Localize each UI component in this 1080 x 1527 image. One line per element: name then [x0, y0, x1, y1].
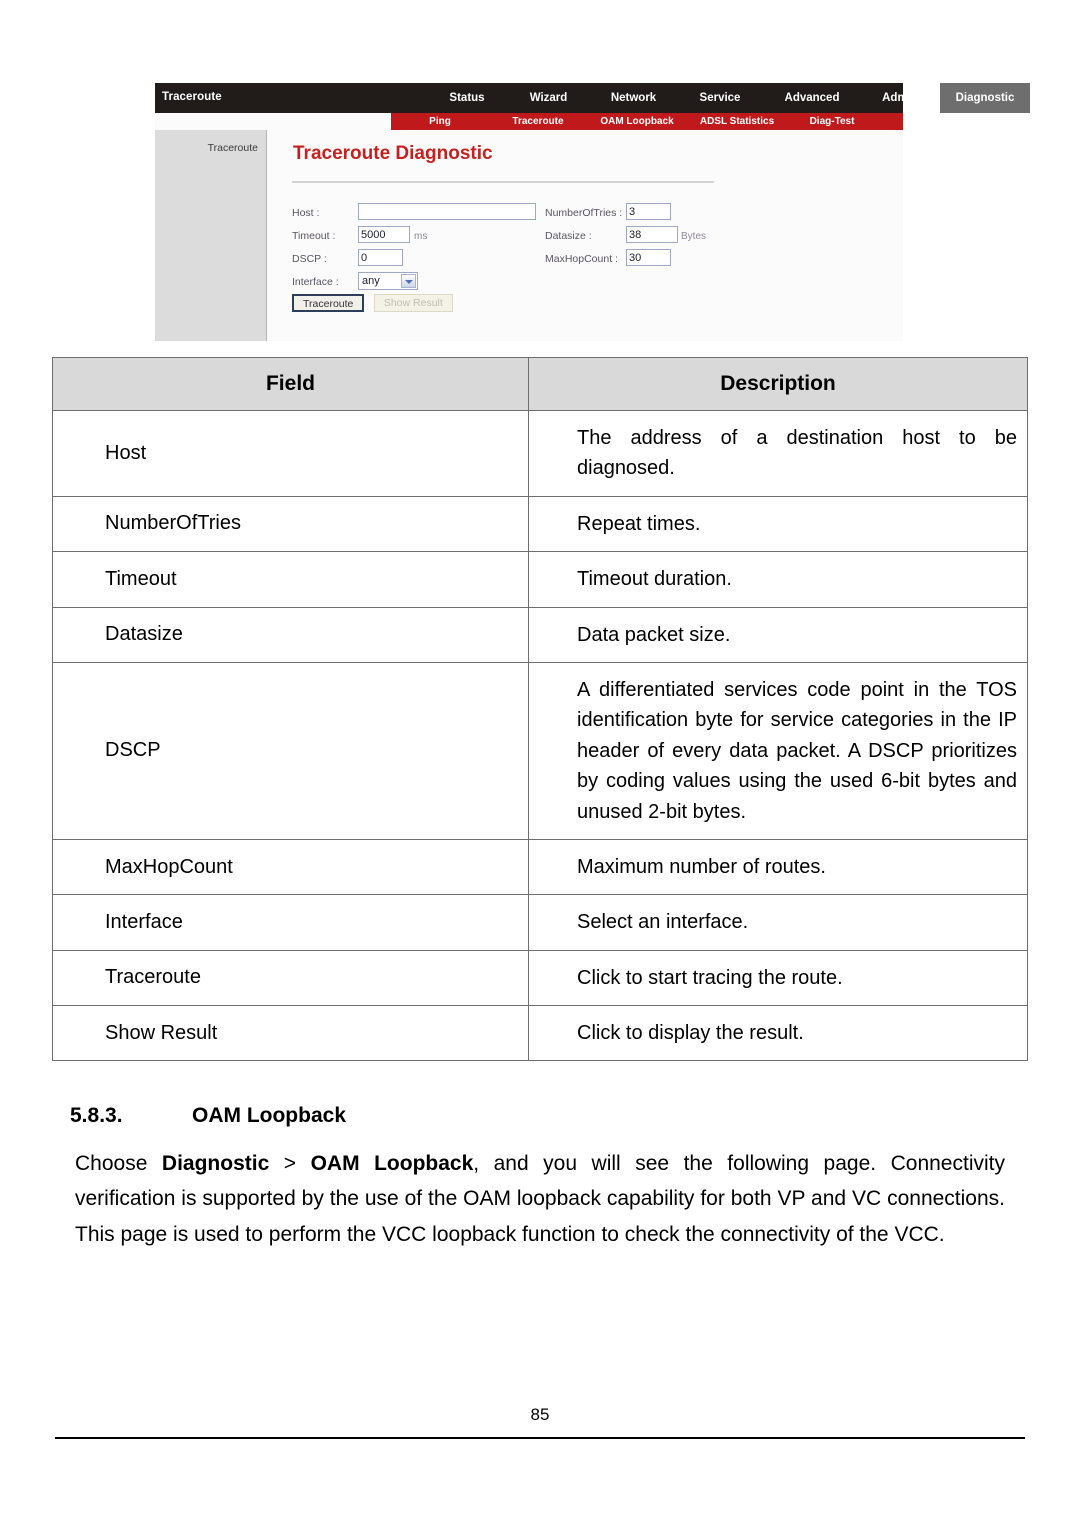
timeout-unit-label: ms	[414, 231, 428, 242]
table-row: DSCP A differentiated services code poin…	[52, 661, 1028, 840]
paragraph-text-2: >	[269, 1152, 311, 1175]
dscp-input[interactable]	[358, 249, 403, 266]
table-cell-description: Timeout duration.	[528, 551, 1028, 608]
form-buttons: Traceroute Show Result	[292, 294, 453, 312]
timeout-input[interactable]	[358, 226, 410, 243]
table-cell-description: The address of a destination host to be …	[528, 410, 1028, 497]
interface-select[interactable]: any	[358, 272, 418, 290]
dscp-label: DSCP :	[292, 253, 327, 265]
interface-select-value: any	[362, 275, 380, 287]
table-header-row: Field Description	[52, 357, 1028, 411]
subnav-item-ping[interactable]: Ping	[391, 116, 489, 127]
table-header-field: Field	[52, 357, 529, 411]
field-description-table: Field Description Host The address of a …	[52, 357, 1028, 1062]
host-input[interactable]	[358, 203, 536, 220]
numberoftries-input[interactable]	[626, 203, 671, 220]
subnav-item-oam-loopback[interactable]: OAM Loopback	[587, 116, 687, 127]
table-cell-field: Traceroute	[52, 949, 529, 1007]
main-content-panel: Traceroute Diagnostic Host : NumberOfTri…	[268, 130, 903, 341]
section-number: 5.8.3.	[70, 1104, 123, 1127]
tab-diagnostic[interactable]: Diagnostic	[940, 83, 1030, 113]
tab-status[interactable]: Status	[428, 83, 506, 113]
numberoftries-label: NumberOfTries :	[545, 207, 623, 219]
table-header-description: Description	[528, 357, 1028, 411]
paragraph-bold-diagnostic: Diagnostic	[161, 1152, 270, 1175]
table-row: Show Result Click to display the result.	[52, 1005, 1028, 1062]
chevron-down-icon[interactable]	[401, 274, 416, 288]
sidebar-item-traceroute[interactable]: Traceroute	[208, 142, 258, 154]
footer-divider	[55, 1437, 1025, 1439]
host-label: Host :	[292, 207, 320, 219]
maxhopcount-label: MaxHopCount :	[545, 253, 618, 265]
subnav-item-traceroute[interactable]: Traceroute	[489, 116, 587, 127]
table-cell-description: Maximum number of routes.	[528, 838, 1028, 896]
table-row: Interface Select an interface.	[52, 894, 1028, 951]
paragraph-text-1: Choose	[75, 1152, 162, 1175]
page-title: Traceroute Diagnostic	[293, 143, 493, 164]
table-row: Timeout Timeout duration.	[52, 551, 1028, 608]
table-row: NumberOfTries Repeat times.	[52, 495, 1028, 553]
form-row-interface: Interface : any	[292, 272, 892, 295]
tab-admin[interactable]: Admin	[860, 83, 940, 113]
table-cell-field: Host	[52, 410, 529, 497]
datasize-label: Datasize :	[545, 230, 592, 242]
navigation-strip: Traceroute Status Wizard Network Service…	[155, 83, 1030, 130]
table-cell-description: Data packet size.	[528, 606, 1028, 663]
table-row: Datasize Data packet size.	[52, 606, 1028, 663]
table-cell-description: Repeat times.	[528, 495, 1028, 553]
table-cell-description: A differentiated services code point in …	[528, 661, 1028, 840]
paragraph-bold-oam-loopback: OAM Loopback	[310, 1152, 474, 1175]
table-row: MaxHopCount Maximum number of routes.	[52, 838, 1028, 896]
show-result-button[interactable]: Show Result	[373, 294, 453, 312]
subnav-item-adsl-statistics[interactable]: ADSL Statistics	[687, 116, 787, 127]
interface-label: Interface :	[292, 276, 339, 288]
maxhopcount-input[interactable]	[626, 249, 671, 266]
table-row: Host The address of a destination host t…	[52, 410, 1028, 497]
section-paragraph: Choose Diagnostic > OAM Loopback, and yo…	[75, 1146, 1005, 1252]
table-cell-description: Select an interface.	[528, 894, 1028, 951]
title-divider	[292, 181, 714, 183]
timeout-label: Timeout :	[292, 230, 336, 242]
left-sidebar: Traceroute	[155, 130, 267, 341]
table-cell-description: Click to display the result.	[528, 1005, 1028, 1062]
tab-network[interactable]: Network	[591, 83, 676, 113]
tab-advanced[interactable]: Advanced	[764, 83, 860, 113]
form-row-dscp: DSCP : MaxHopCount :	[292, 249, 892, 272]
table-cell-field: Timeout	[52, 551, 529, 608]
section-heading: 5.8.3. OAM Loopback	[70, 1104, 346, 1128]
tab-service[interactable]: Service	[676, 83, 764, 113]
page-number: 85	[530, 1405, 550, 1424]
table-cell-field: Interface	[52, 894, 529, 951]
subnav-item-diag-test[interactable]: Diag-Test	[787, 116, 877, 127]
nav-brand-label: Traceroute	[162, 91, 222, 103]
table-cell-field: Show Result	[52, 1005, 529, 1062]
table-cell-field: NumberOfTries	[52, 495, 529, 553]
datasize-unit-label: Bytes	[681, 231, 707, 242]
traceroute-form: Host : NumberOfTries : Timeout : ms Data…	[292, 203, 892, 295]
datasize-input[interactable]	[626, 226, 678, 243]
top-nav-tabs: Status Wizard Network Service Advanced A…	[428, 83, 1030, 113]
table-cell-field: MaxHopCount	[52, 838, 529, 896]
table-cell-field: Datasize	[52, 606, 529, 663]
table-row: Traceroute Click to start tracing the ro…	[52, 949, 1028, 1007]
tab-wizard[interactable]: Wizard	[506, 83, 591, 113]
table-cell-field: DSCP	[52, 661, 529, 840]
form-row-timeout: Timeout : ms Datasize : Bytes	[292, 226, 892, 249]
traceroute-button[interactable]: Traceroute	[292, 294, 365, 312]
section-title: OAM Loopback	[192, 1104, 347, 1127]
router-ui-screenshot: Traceroute Status Wizard Network Service…	[155, 83, 1030, 341]
table-cell-description: Click to start tracing the route.	[528, 949, 1028, 1007]
sub-nav-bar: Ping Traceroute OAM Loopback ADSL Statis…	[391, 113, 903, 130]
form-row-host: Host : NumberOfTries :	[292, 203, 892, 226]
